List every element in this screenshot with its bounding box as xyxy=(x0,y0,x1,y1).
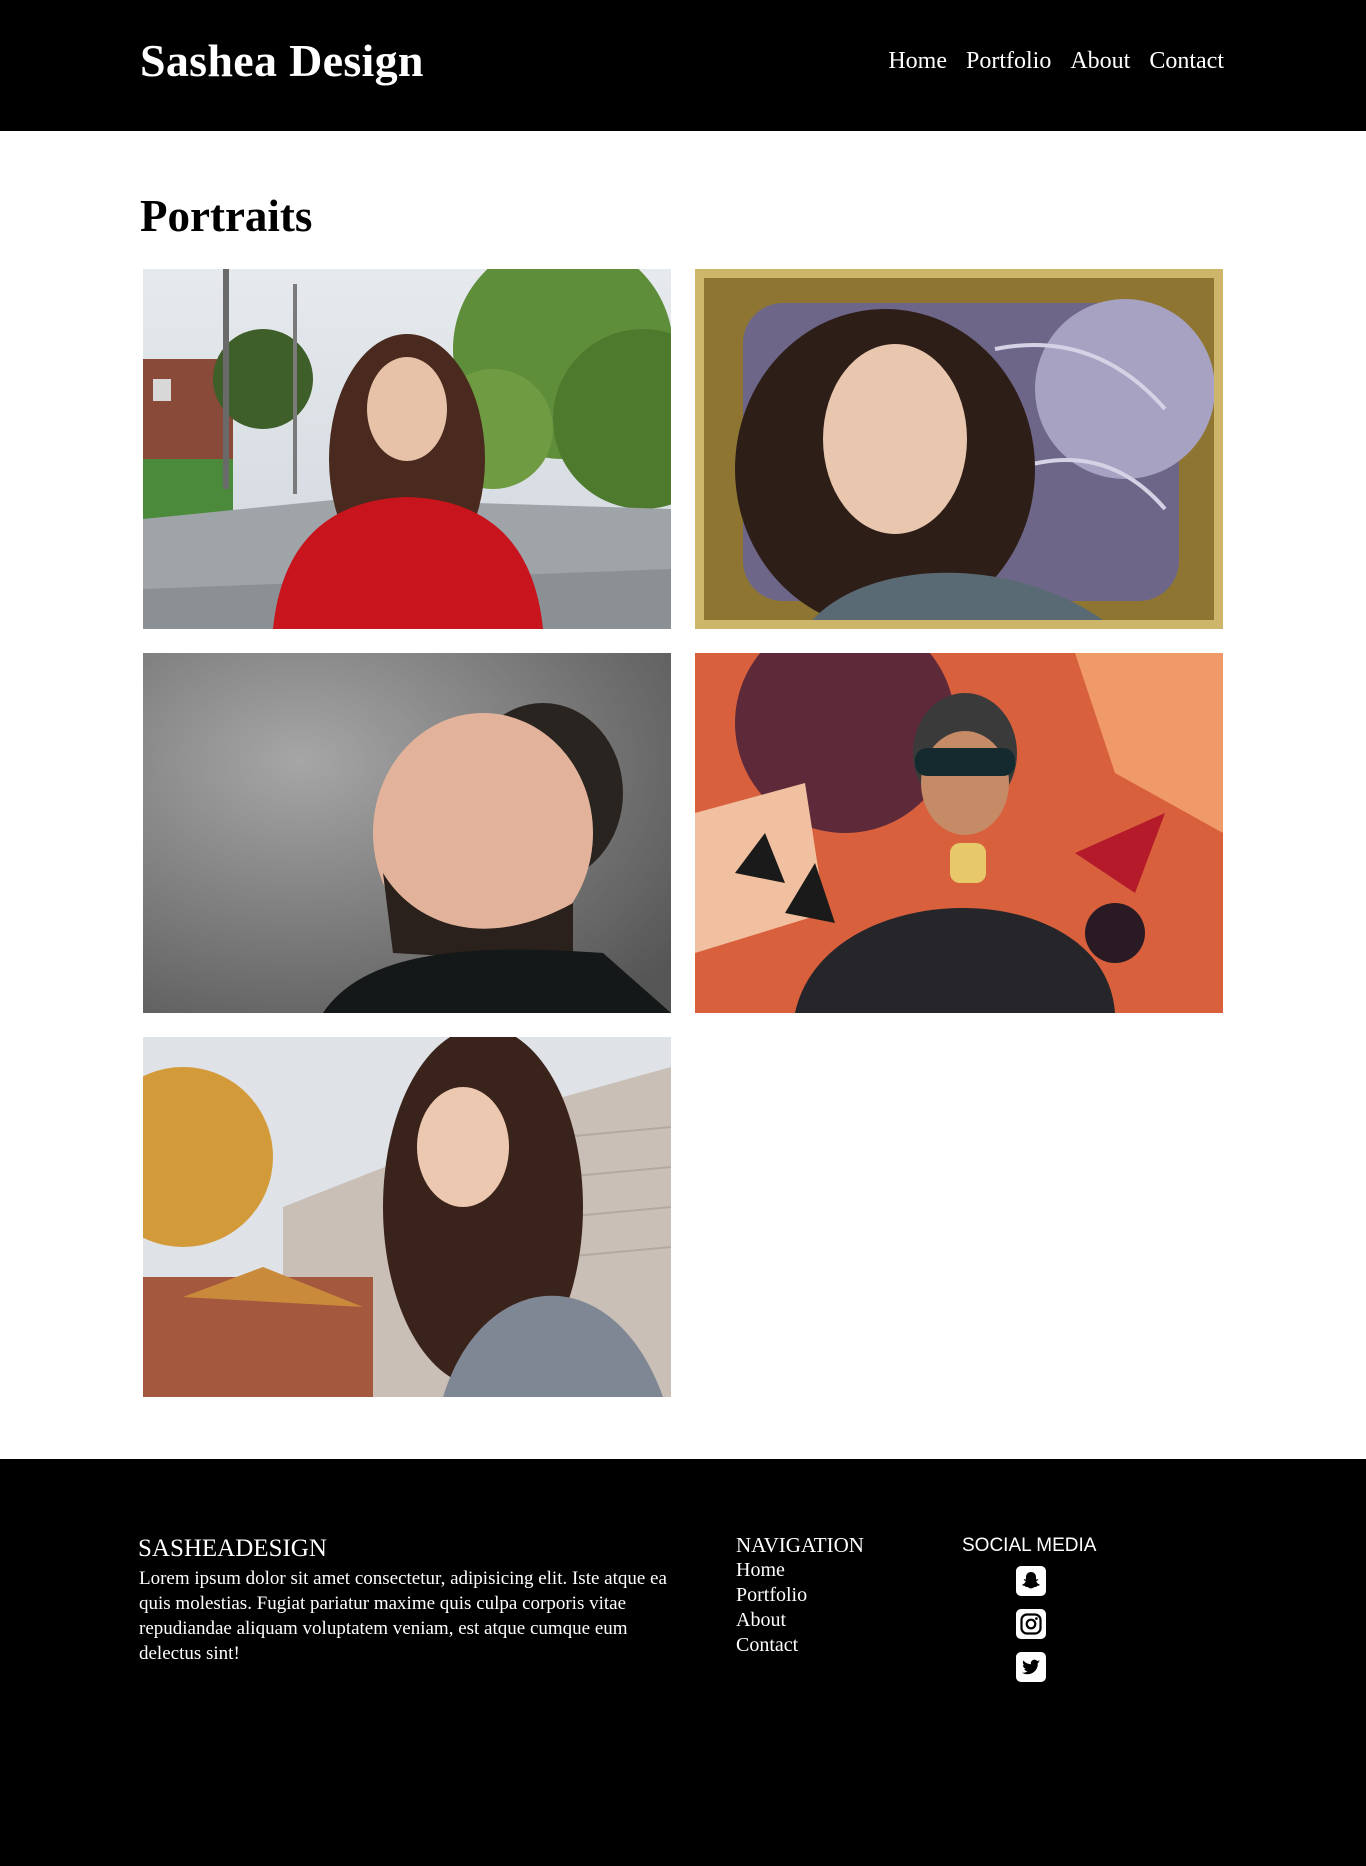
footer-brand: SASHEADESIGN xyxy=(138,1535,327,1562)
nav-about-link[interactable]: About xyxy=(1070,48,1130,75)
gallery-photo[interactable] xyxy=(143,1037,671,1397)
gallery-photo[interactable] xyxy=(143,653,671,1013)
page-title: Portraits xyxy=(140,191,313,241)
nav-home-link[interactable]: Home xyxy=(888,48,947,75)
gallery-photo[interactable] xyxy=(695,269,1223,629)
nav-contact-link[interactable]: Contact xyxy=(1149,48,1224,75)
site-header: Sashea Design Home Portfolio About Conta… xyxy=(0,0,1366,131)
photo-image xyxy=(695,653,1223,1013)
instagram-glyph xyxy=(1020,1613,1042,1635)
portrait-gallery xyxy=(143,269,1223,1397)
footer-nav-about-link[interactable]: About xyxy=(736,1608,866,1633)
photo-image xyxy=(695,269,1223,629)
photo-image xyxy=(143,269,671,629)
footer-social-title: SOCIAL MEDIA xyxy=(962,1535,1097,1556)
twitter-icon[interactable] xyxy=(1016,1652,1046,1682)
photo-image xyxy=(143,1037,671,1397)
nav-portfolio-link[interactable]: Portfolio xyxy=(966,48,1051,75)
gallery-photo[interactable] xyxy=(143,269,671,629)
footer-nav-home-link[interactable]: Home xyxy=(736,1558,866,1583)
footer-nav-contact-link[interactable]: Contact xyxy=(736,1633,866,1658)
main-nav: Home Portfolio About Contact xyxy=(888,48,1224,75)
footer-social: SOCIAL MEDIA xyxy=(962,1533,1102,1695)
photo-image xyxy=(143,653,671,1013)
snapchat-icon[interactable] xyxy=(1016,1566,1046,1596)
site-logo[interactable]: Sashea Design xyxy=(140,34,424,87)
twitter-glyph xyxy=(1022,1659,1040,1675)
footer-nav: NAVIGATION Home Portfolio About Contact xyxy=(736,1533,866,1658)
snapchat-glyph xyxy=(1022,1572,1040,1589)
footer-description: Lorem ipsum dolor sit amet consectetur, … xyxy=(139,1568,667,1664)
footer-nav-title: NAVIGATION xyxy=(736,1533,864,1557)
gallery-photo[interactable] xyxy=(695,653,1223,1013)
site-footer: SASHEADESIGN Lorem ipsum dolor sit amet … xyxy=(0,1459,1366,1866)
instagram-icon[interactable] xyxy=(1016,1609,1046,1639)
footer-nav-portfolio-link[interactable]: Portfolio xyxy=(736,1583,866,1608)
